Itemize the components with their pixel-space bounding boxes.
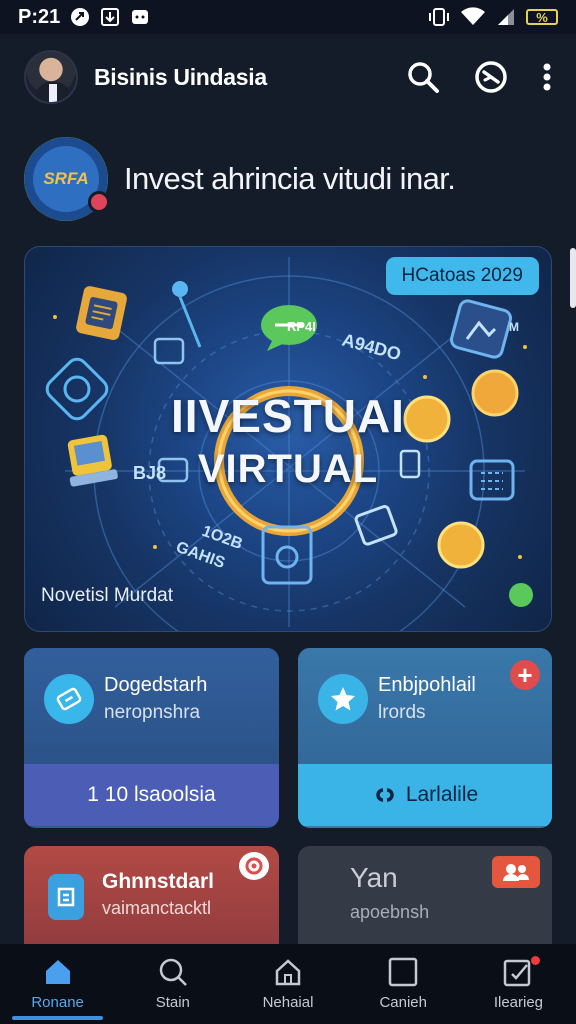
feature-card-title: Yan <box>350 862 398 893</box>
document-icon <box>48 874 84 920</box>
wifi-icon <box>461 7 485 26</box>
feature-card-1[interactable]: Dogedstarh neropnshra 1 10 lsaoolsia <box>24 648 279 828</box>
hero-label: M <box>509 320 519 334</box>
feature-card-body: Enbjpohlail lrords + <box>298 648 552 764</box>
intro-headline: Invest ahrincia vitudi inar. <box>124 161 456 196</box>
search-icon[interactable] <box>406 60 440 94</box>
signal-icon <box>498 9 514 25</box>
vibrate-icon <box>429 8 449 26</box>
nav-item-learning[interactable]: Ilearieg <box>461 944 576 1024</box>
hero-caption: Novetisl Murdat <box>41 585 173 606</box>
battery-icon: % <box>526 9 558 25</box>
hero-headline-1: IIVESTUAI <box>171 390 405 442</box>
message-icon <box>132 10 149 24</box>
feature-card-title: Ghnnstdarl <box>102 870 215 893</box>
more-options-icon[interactable] <box>542 62 552 92</box>
circle-notification-icon <box>71 8 90 26</box>
feature-card-subtitle: lrords <box>378 702 426 723</box>
brand-logo-text: SRFA <box>43 169 89 188</box>
feature-card-2[interactable]: Enbjpohlail lrords + Larlalile <box>298 648 552 828</box>
app-header: Bisinis Uindasia <box>0 34 576 120</box>
edit-icon <box>504 959 531 987</box>
feature-card-subtitle: neropnshra <box>104 702 201 723</box>
home-icon <box>45 960 70 984</box>
notification-dot <box>531 956 541 965</box>
nav-item-home[interactable]: Ronane <box>0 944 115 1024</box>
nav-item-label: Stain <box>155 994 190 1011</box>
scrollbar[interactable] <box>570 248 576 308</box>
hero-tag[interactable]: HCatoas 2029 <box>385 257 539 295</box>
brand-logo[interactable]: SRFA <box>24 137 110 221</box>
users-icon[interactable] <box>492 856 540 888</box>
app-title: Bisinis Uindasia <box>94 63 267 90</box>
feature-card-title: Enbjpohlail <box>378 674 476 696</box>
feature-card-footer-label: Larlalile <box>405 783 479 806</box>
feature-card-subtitle: vaimanctacktl <box>102 898 212 918</box>
square-icon <box>388 957 418 987</box>
intro-row: SRFA Invest ahrincia vitudi inar. <box>24 134 554 224</box>
nav-item-label: Nehaial <box>262 994 314 1011</box>
notification-badge <box>88 191 110 213</box>
nav-item-label: Canieh <box>379 994 427 1011</box>
nav-item-search[interactable]: Stain <box>115 944 230 1024</box>
download-icon <box>101 8 120 26</box>
house-outline-icon <box>275 959 301 986</box>
feature-card-footer[interactable]: Larlalile <box>298 764 552 826</box>
feature-card-title: Dogedstarh <box>104 674 208 696</box>
chat-icon[interactable] <box>239 852 269 880</box>
nav-item-national[interactable]: Nehaial <box>230 944 345 1024</box>
nav-item-label: Ilearieg <box>493 994 544 1011</box>
nav-item-label: Ronane <box>31 994 84 1011</box>
status-bar: P:21 % <box>0 0 576 34</box>
hero-headline-2: VIRTUAL <box>197 447 379 491</box>
add-button[interactable]: + <box>510 660 540 690</box>
feature-card-3[interactable]: Ghnnstdarl vaimanctacktl <box>24 846 279 956</box>
nav-item-cart[interactable]: Canieh <box>346 944 461 1024</box>
avatar[interactable] <box>24 50 78 104</box>
ticket-icon <box>44 674 94 724</box>
feature-card-body: Dogedstarh neropnshra <box>24 648 279 764</box>
link-icon <box>376 788 394 802</box>
battery-text: % <box>536 9 548 25</box>
hero-banner[interactable]: A94DO RP4I BJ8 1O2B GAHIS M HCatoas 2029… <box>24 246 552 632</box>
status-time: P:21 <box>18 5 61 28</box>
feature-card-footer[interactable]: 1 10 lsaoolsia <box>24 764 279 826</box>
feature-card-subtitle: apoebnsh <box>350 902 430 922</box>
compass-icon[interactable] <box>474 60 508 94</box>
hero-label: A94DO <box>340 330 403 365</box>
star-icon <box>318 674 368 724</box>
feature-card-4[interactable]: Yan apoebnsh <box>298 846 552 956</box>
search-icon <box>159 958 187 986</box>
battery-indicator: % <box>526 9 558 25</box>
hero-label: RP4I <box>287 319 316 334</box>
bottom-nav: Ronane Stain Nehaial Canieh Ilearieg <box>0 944 576 1024</box>
